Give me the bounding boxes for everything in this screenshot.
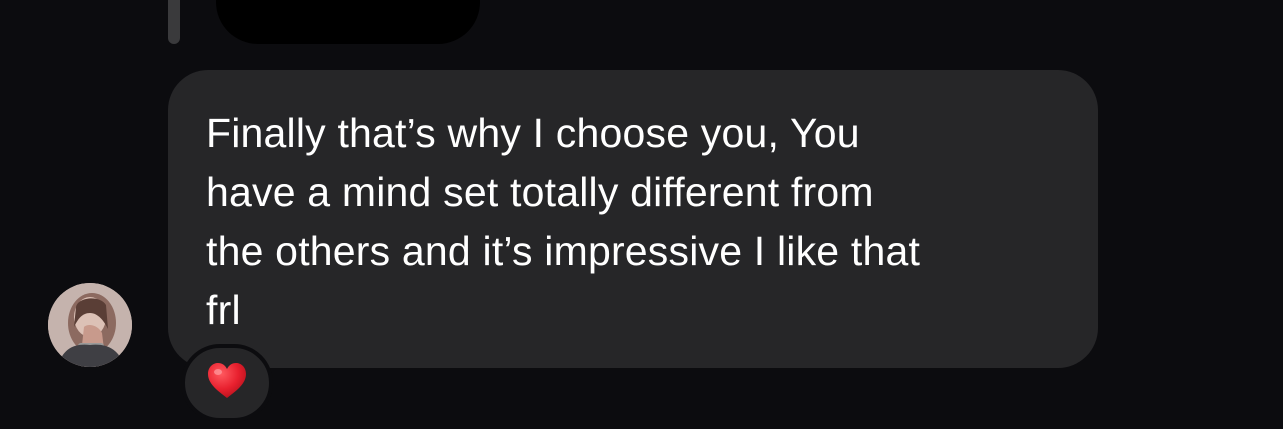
message-bubble[interactable]: Finally that’s why I choose you, You hav… — [168, 70, 1098, 368]
reaction-badge[interactable] — [181, 344, 273, 422]
sender-avatar[interactable] — [48, 283, 132, 367]
reply-indicator-line — [168, 0, 180, 44]
quoted-message-bubble[interactable] — [216, 0, 480, 44]
red-heart-icon — [206, 362, 248, 405]
message-text: Finally that’s why I choose you, You hav… — [206, 110, 921, 333]
